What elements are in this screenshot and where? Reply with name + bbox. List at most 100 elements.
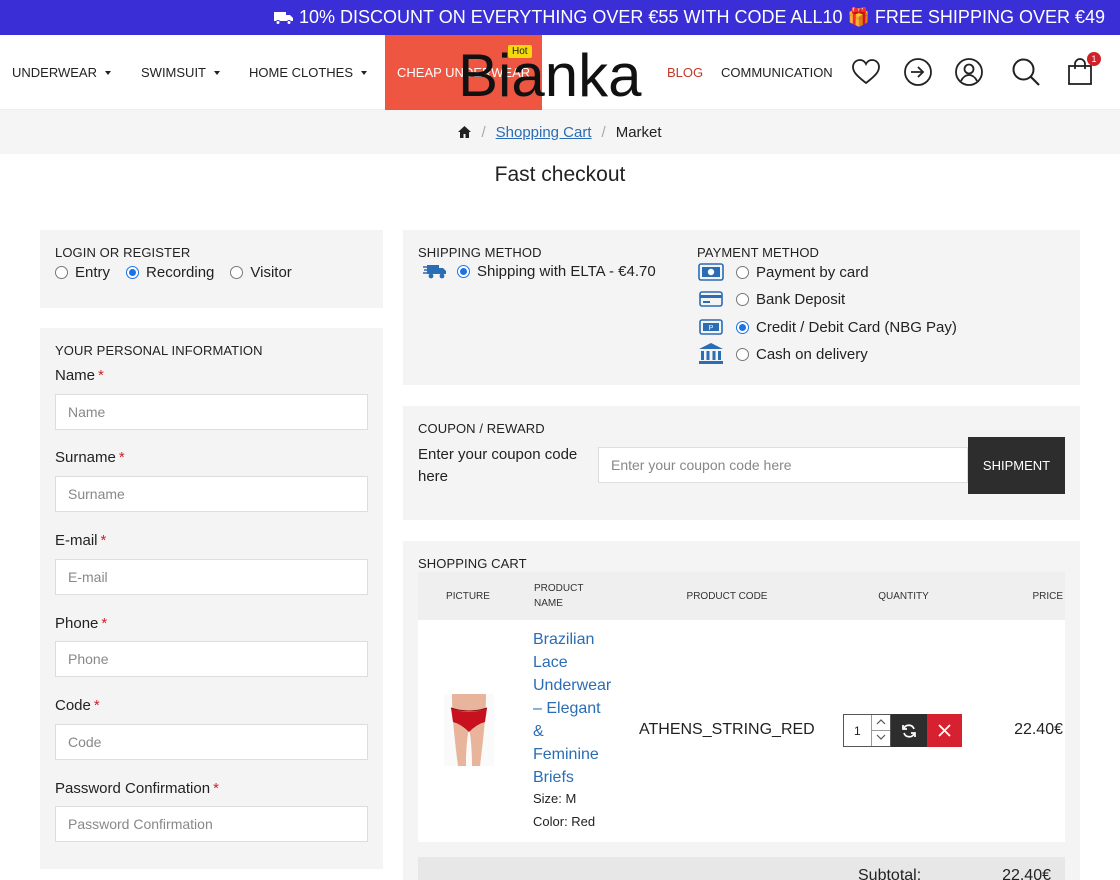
sign-in-icon [904,58,932,86]
surname-input[interactable]: Surname [55,476,368,512]
breadcrumb-separator: / [601,123,606,141]
search-button[interactable] [1009,55,1043,89]
update-quantity-button[interactable] [891,714,927,747]
nav-home-clothes[interactable]: HOME CLOTHES [249,35,368,110]
caret-down-icon [105,70,111,75]
password-confirmation-input[interactable]: Password Confirmation [55,806,368,842]
login-option-visitor: Visitor [250,264,292,281]
phone-input[interactable]: Phone [55,641,368,677]
email-label: E-mail * [55,532,106,549]
coupon-panel: COUPON / REWARD Enter your coupon code h… [403,406,1080,520]
login-register-panel: LOGIN OR REGISTER Entry Recording Visito… [40,230,383,308]
nav-communication-label: COMMUNICATION [721,65,833,80]
login-option-entry: Entry [75,264,111,281]
coupon-input[interactable]: Enter your coupon code here [598,447,968,483]
login-button[interactable] [901,55,935,89]
code-label-text: Code [55,697,91,714]
radio-entry[interactable] [55,266,68,279]
required-mark: * [118,449,125,466]
login-option-recording: Recording [146,264,215,281]
user-icon [955,58,983,86]
search-icon [1012,58,1040,86]
shipping-payment-panel: SHIPPING METHOD Shipping with ELTA - €4.… [403,230,1080,385]
radio-shipping-elta[interactable] [457,265,470,278]
heart-icon [852,59,880,85]
product-price: 22.40€ [1014,721,1063,738]
radio-payment-bank[interactable] [736,292,749,306]
account-button[interactable] [952,55,986,89]
name-input[interactable]: Name [55,394,368,430]
login-heading: LOGIN OR REGISTER [55,245,191,260]
personal-info-heading: YOUR PERSONAL INFORMATION [55,343,263,358]
phone-label-text: Phone [55,615,99,632]
money-bill-icon [698,262,724,282]
subtotal-bar: Subtotal: 22.40€ [418,857,1065,880]
nav-home-clothes-label: HOME CLOTHES [249,65,354,80]
nav-swimsuit-label: SWIMSUIT [141,65,206,80]
nav-swimsuit[interactable]: SWIMSUIT [141,35,220,110]
chevron-up-icon[interactable] [876,718,886,725]
shopping-cart-heading: SHOPPING CART [418,556,527,571]
promo-text: 10% DISCOUNT ON EVERYTHING OVER €55 WITH… [299,7,1105,27]
breadcrumb-separator: / [481,123,486,141]
email-label-text: E-mail [55,532,98,549]
home-icon[interactable] [458,126,472,138]
radio-recording[interactable] [126,266,140,279]
coupon-heading: COUPON / REWARD [418,421,545,436]
apply-coupon-button[interactable]: SHIPMENT [968,437,1065,494]
product-code: ATHENS_STRING_RED [639,721,815,738]
breadcrumb-current: Market [615,123,662,141]
quantity-arrows [871,715,890,746]
site-logo[interactable]: Bianka [458,42,641,110]
radio-visitor[interactable] [230,266,244,279]
payment-cod-label: Cash on delivery [756,345,868,363]
required-mark: * [213,780,219,797]
coupon-label: Enter your coupon code here [418,446,578,485]
nav-communication[interactable]: COMMUNICATION [721,35,833,110]
cart-count-badge: 1 [1087,52,1101,66]
required-mark: * [98,367,104,384]
name-label: Name * [55,367,104,384]
payment-option-nbg[interactable]: P Credit / Debit Card (NBG Pay) [698,317,957,337]
subtotal-label: Subtotal: [858,867,922,880]
paypal-card-icon: P [698,317,724,337]
nav-underwear-label: UNDERWEAR [12,65,97,80]
payment-option-card[interactable]: Payment by card [698,262,869,282]
caret-down-icon [361,70,368,75]
shipping-option-label: Shipping with ELTA - €4.70 [477,263,656,280]
wishlist-button[interactable] [849,55,883,89]
required-mark: * [93,697,100,714]
nav-blog[interactable]: BLOG [667,35,703,110]
email-input[interactable]: E-mail [55,559,368,595]
surname-label-text: Surname [55,449,116,466]
chevron-down-icon[interactable] [876,734,886,741]
payment-option-bank[interactable]: Bank Deposit [698,289,845,309]
remove-item-button[interactable] [927,714,962,747]
cart-row-content: Brazilian Lace Underwear – Elegant & Fem… [418,572,1065,842]
payment-card-label: Payment by card [756,263,869,281]
page-title: Fast checkout [494,163,626,186]
surname-label: Surname * [55,449,125,466]
code-label: Code * [55,697,100,714]
product-color: Color: Red [533,814,596,829]
quantity-stepper[interactable]: 1 [843,714,891,747]
bank-building-icon [698,343,724,364]
subtotal-value: 22.40€ [1002,867,1051,880]
radio-payment-cod[interactable] [736,347,749,361]
radio-payment-card[interactable] [736,265,749,279]
cart-button[interactable]: 1 [1063,52,1101,89]
payment-option-cod[interactable]: Cash on delivery [698,343,868,364]
product-name-link[interactable]: Brazilian Lace Underwear – Elegant & Fem… [533,628,613,789]
breadcrumb: / Shopping Cart / Market [0,110,1120,154]
credit-card-icon [698,289,724,309]
delivery-truck-icon [274,11,294,25]
radio-payment-nbg[interactable] [736,320,749,334]
payment-bank-label: Bank Deposit [756,290,846,308]
code-input[interactable]: Code [55,724,368,760]
password-confirmation-label-text: Password Confirmation [55,780,211,797]
quantity-value: 1 [854,723,861,738]
payment-nbg-label: Credit / Debit Card (NBG Pay) [756,318,957,336]
breadcrumb-shopping-cart-link[interactable]: Shopping Cart [496,124,592,141]
nav-underwear[interactable]: UNDERWEAR [12,35,111,110]
caret-down-icon [214,70,220,75]
